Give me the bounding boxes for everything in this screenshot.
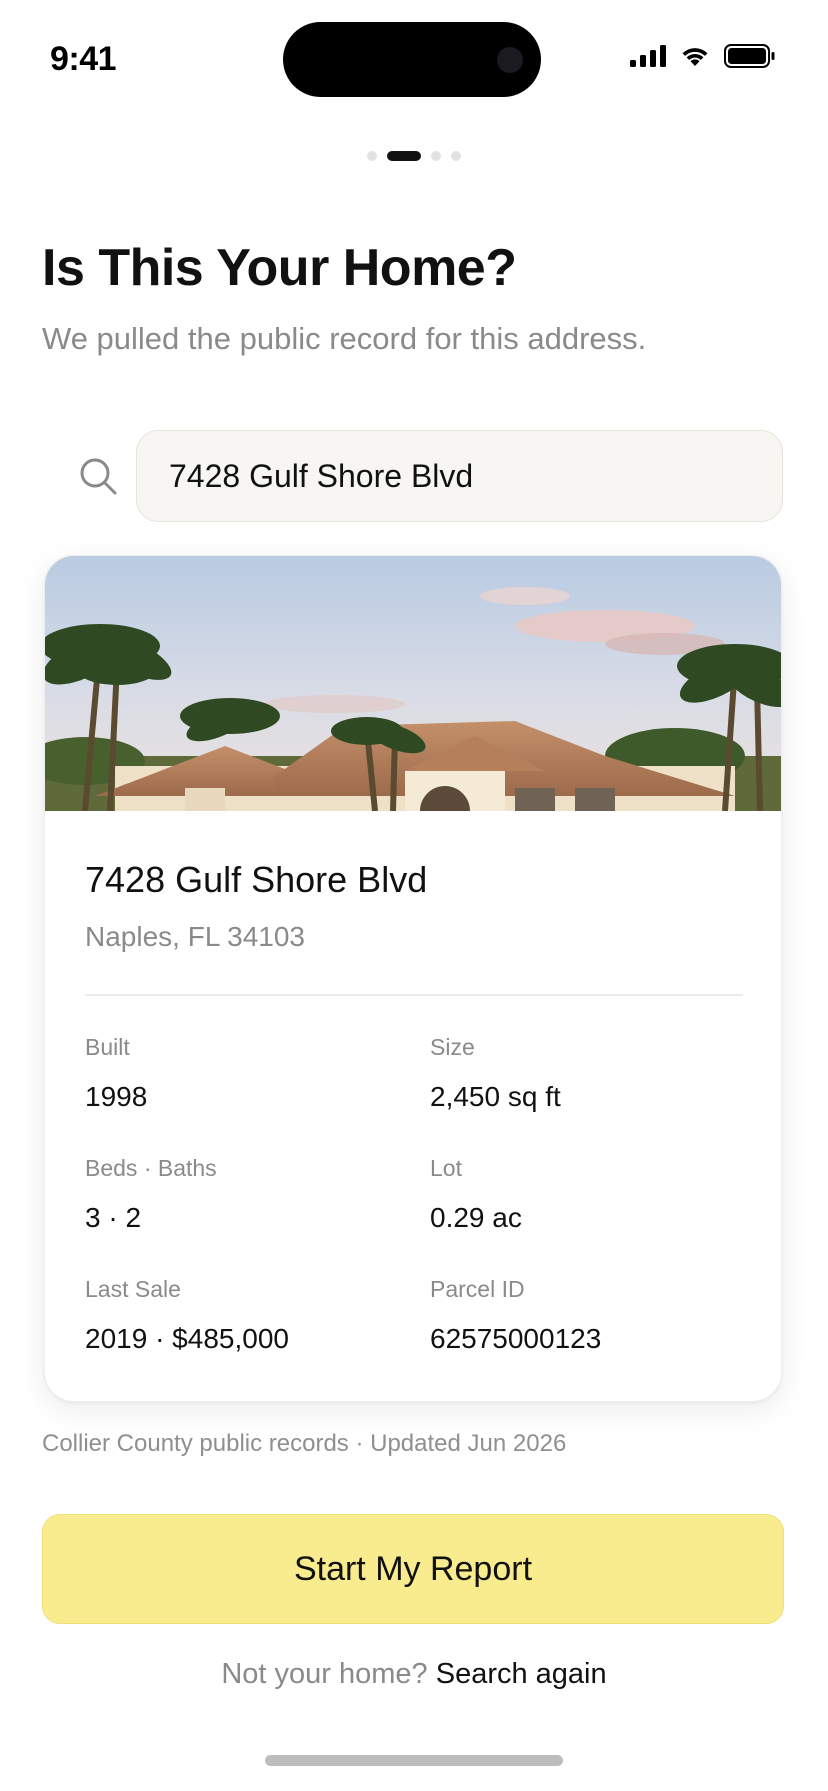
wifi-icon xyxy=(682,48,708,66)
not-your-home-text: Not your home? xyxy=(221,1658,428,1690)
fact-value: 3 · 2 xyxy=(85,1202,142,1233)
fact-value: 0.29 ac xyxy=(430,1202,522,1233)
signal-icon xyxy=(630,45,666,67)
address-search-input[interactable] xyxy=(137,431,782,521)
property-city: Naples, FL 34103 xyxy=(85,921,305,952)
start-report-button[interactable]: Start My Report xyxy=(42,1514,784,1624)
fact-size: Size 2,450 sq ft xyxy=(430,1034,750,1113)
fact-label: Size xyxy=(430,1034,475,1060)
search-again-link[interactable]: Search again xyxy=(436,1658,607,1690)
property-address: 7428 Gulf Shore Blvd xyxy=(85,859,428,900)
fact-last-sale: Last Sale 2019 · $485,000 xyxy=(85,1276,405,1355)
fact-beds-baths: Beds · Baths 3 · 2 xyxy=(85,1155,405,1234)
step-indicator xyxy=(0,151,828,161)
fact-built: Built 1998 xyxy=(85,1034,405,1113)
battery-icon xyxy=(724,44,775,68)
fact-value: 2,450 sq ft xyxy=(430,1081,561,1112)
page-title: Is This Your Home? xyxy=(42,239,517,297)
source-note: Collier County public records · Updated … xyxy=(42,1430,567,1457)
fact-label: Built xyxy=(85,1034,130,1060)
camera-icon xyxy=(497,47,523,73)
property-card: 7428 Gulf Shore Blvd Naples, FL 34103 Bu… xyxy=(44,555,782,1402)
step-dot-active xyxy=(387,151,421,161)
dynamic-island xyxy=(283,22,541,97)
property-photo xyxy=(45,556,781,811)
fact-value: 2019 · $485,000 xyxy=(85,1323,289,1354)
fact-label: Parcel ID xyxy=(430,1276,525,1302)
home-indicator[interactable] xyxy=(265,1755,563,1766)
fact-value: 62575000123 xyxy=(430,1323,602,1354)
address-search-field[interactable] xyxy=(136,430,783,522)
fact-lot: Lot 0.29 ac xyxy=(430,1155,750,1234)
step-dot xyxy=(367,151,377,161)
page-subtitle: We pulled the public record for this add… xyxy=(42,321,647,356)
fact-label: Lot xyxy=(430,1155,462,1181)
status-icons xyxy=(630,44,776,68)
step-dot xyxy=(431,151,441,161)
status-time: 9:41 xyxy=(50,40,117,78)
fact-label: Last Sale xyxy=(85,1276,181,1302)
fact-value: 1998 xyxy=(85,1081,148,1112)
search-icon[interactable] xyxy=(78,456,118,496)
step-dot xyxy=(451,151,461,161)
not-your-home-row: Not your home? Search again xyxy=(0,1658,828,1691)
fact-parcel-id: Parcel ID 62575000123 xyxy=(430,1276,750,1355)
divider xyxy=(85,994,743,996)
fact-label: Beds · Baths xyxy=(85,1155,217,1181)
